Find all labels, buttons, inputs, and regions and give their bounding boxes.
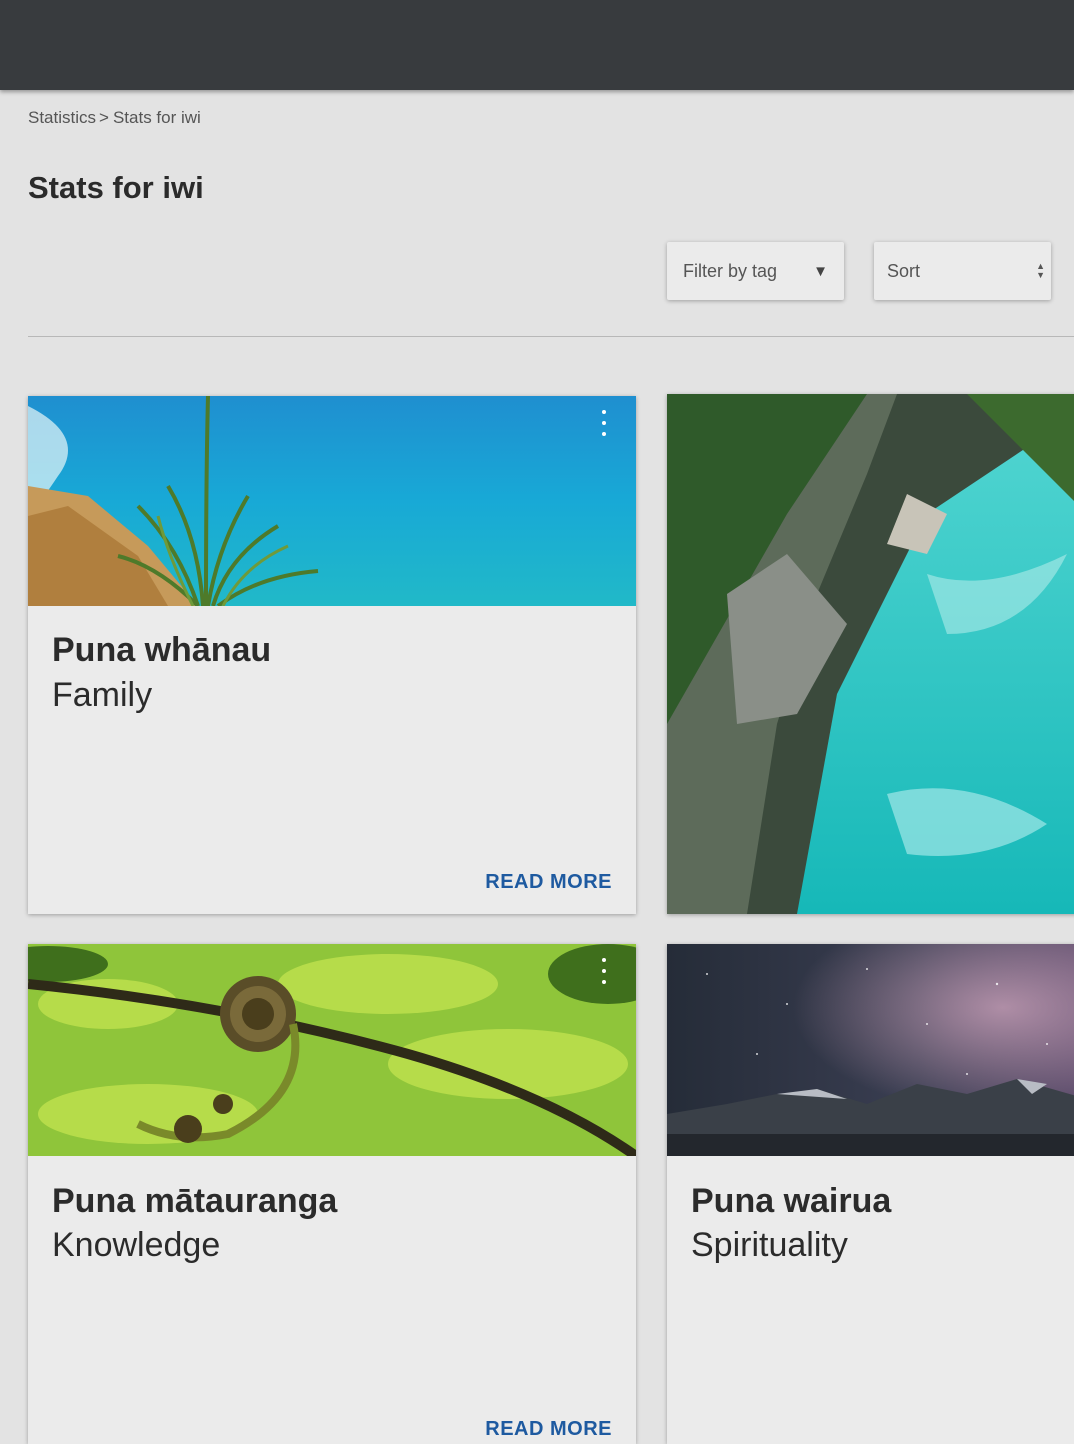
card-puna-wairua[interactable]: Puna wairua Spirituality [667, 944, 1074, 1444]
caret-down-icon: ▼ [813, 262, 828, 280]
sort-label: Sort [887, 260, 921, 281]
card-title: Puna mātauranga [52, 1182, 338, 1220]
read-more-link[interactable]: READ MORE [485, 871, 612, 894]
read-more-link[interactable]: READ MORE [485, 1418, 612, 1441]
filter-label: Filter by tag [683, 260, 778, 281]
page-title: Stats for iwi [28, 170, 204, 205]
sort-arrows-icon: ▲ ▼ [1036, 261, 1045, 280]
card-menu-kebab-icon[interactable] [600, 410, 608, 436]
breadcrumb-link-statistics[interactable]: Statistics [28, 108, 96, 127]
card-subtitle: Knowledge [52, 1226, 221, 1264]
sort-select[interactable]: Sort ▲ ▼ [874, 242, 1051, 300]
card-subtitle: Family [52, 676, 153, 714]
breadcrumb: Statistics > Stats for iwi [28, 108, 201, 128]
card-image-river-gorge [667, 394, 1074, 914]
breadcrumb-current: Stats for iwi [112, 108, 201, 127]
card-puna-matauranga[interactable]: Puna mātauranga Knowledge READ MORE [28, 944, 636, 1444]
card-menu-kebab-icon[interactable] [600, 958, 608, 984]
filter-by-tag-dropdown[interactable]: Filter by tag ▼ [667, 242, 844, 300]
card-river-image[interactable] [667, 394, 1074, 914]
card-puna-whanau[interactable]: Puna whānau Family READ MORE [28, 396, 636, 914]
card-image-coastal-cliff [28, 396, 636, 606]
card-image-fern-frond [28, 944, 636, 1156]
card-title: Puna wairua [691, 1182, 892, 1220]
breadcrumb-separator: > [99, 108, 109, 127]
card-subtitle: Spirituality [691, 1226, 848, 1264]
card-title: Puna whānau [52, 631, 272, 669]
card-image-night-sky [667, 944, 1074, 1156]
top-navigation-bar [0, 0, 1074, 90]
divider [28, 336, 1074, 337]
